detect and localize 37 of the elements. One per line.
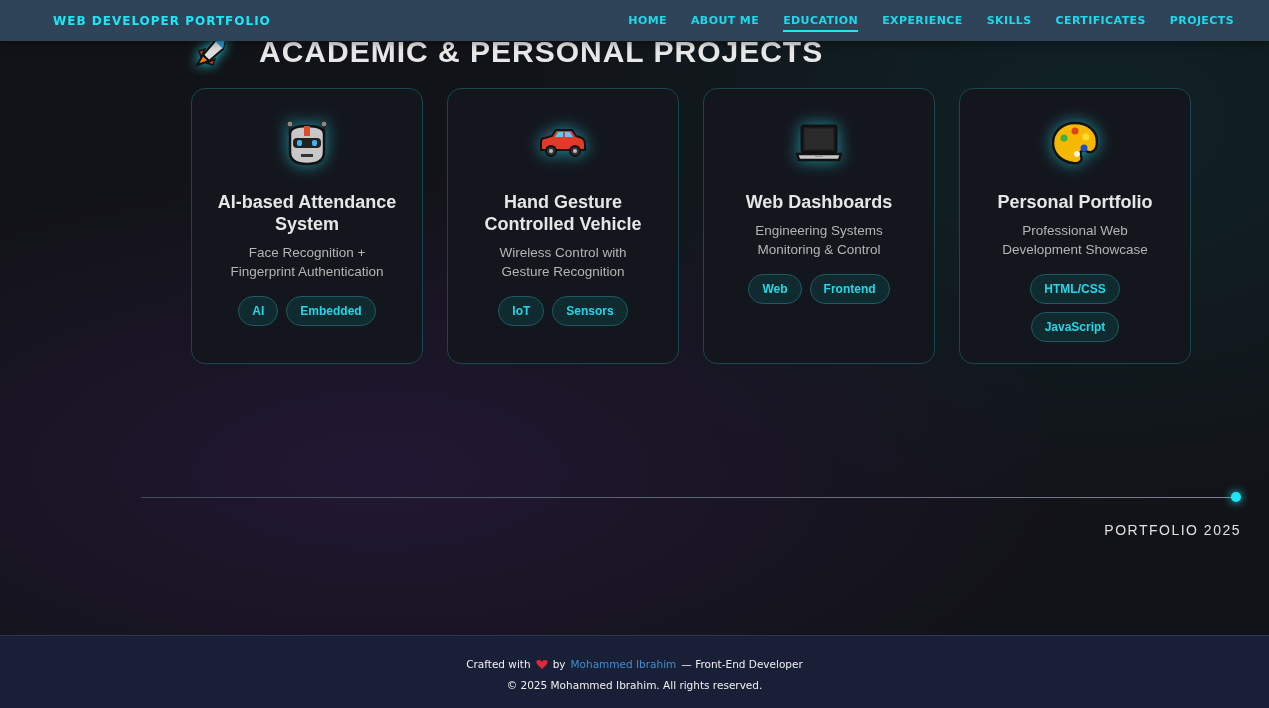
project-description: Professional Web Development Showcase: [1001, 222, 1149, 259]
copyright-text: © 2025 Mohammed Ibrahim. All rights reserved.: [506, 679, 763, 691]
nav-link[interactable]: ABOUT ME: [690, 9, 760, 32]
project-title: Hand Gesture Controlled Vehicle: [483, 191, 643, 235]
project-title: Personal Portfolio: [997, 191, 1153, 213]
tag-chip: Embedded: [286, 296, 376, 326]
car-icon: [540, 128, 586, 158]
heart-icon: [535, 658, 548, 670]
site-title: WEB DEVELOPER PORTFOLIO: [53, 13, 271, 28]
laptop-icon: [796, 124, 842, 162]
project-title: AI-based Attendance System: [216, 191, 398, 235]
section-heading: ACADEMIC & PERSONAL PROJECTS: [259, 35, 824, 69]
tag-chip: JavaScript: [1030, 312, 1120, 342]
tag-chip: Frontend: [809, 274, 890, 304]
nav-link[interactable]: HOME: [628, 9, 667, 32]
footer-text: — Front-End Developer: [681, 658, 803, 670]
tag-chip: AI: [238, 296, 279, 326]
palette-icon: [1052, 121, 1098, 165]
timeline-label: PORTFOLIO 2025: [1104, 522, 1241, 538]
project-description: Face Recognition + Fingerprint Authentication: [229, 244, 385, 281]
nav-link[interactable]: CERTIFICATES: [1055, 9, 1146, 32]
nav-link[interactable]: SKILLS: [986, 9, 1032, 32]
project-title: Web Dashboards: [745, 191, 893, 213]
project-description: Wireless Control with Gesture Recognition: [498, 244, 628, 281]
timeline-dot: [1231, 492, 1241, 502]
footer-text: Crafted with: [466, 658, 531, 670]
tag-chip: HTML/CSS: [1030, 274, 1120, 304]
tag-chip: Web: [748, 274, 802, 304]
tag-chip: IoT: [498, 296, 545, 326]
footer-text: by: [552, 658, 566, 670]
nav-link[interactable]: PROJECTS: [1169, 9, 1234, 32]
author-link[interactable]: Mohammed Ibrahim: [570, 658, 677, 670]
nav-link[interactable]: EDUCATION: [783, 9, 859, 32]
project-description: Engineering Systems Monitoring & Control: [754, 222, 884, 259]
robot-icon: [284, 120, 330, 166]
tag-chip: Sensors: [552, 296, 628, 326]
nav-link[interactable]: EXPERIENCE: [882, 9, 963, 32]
